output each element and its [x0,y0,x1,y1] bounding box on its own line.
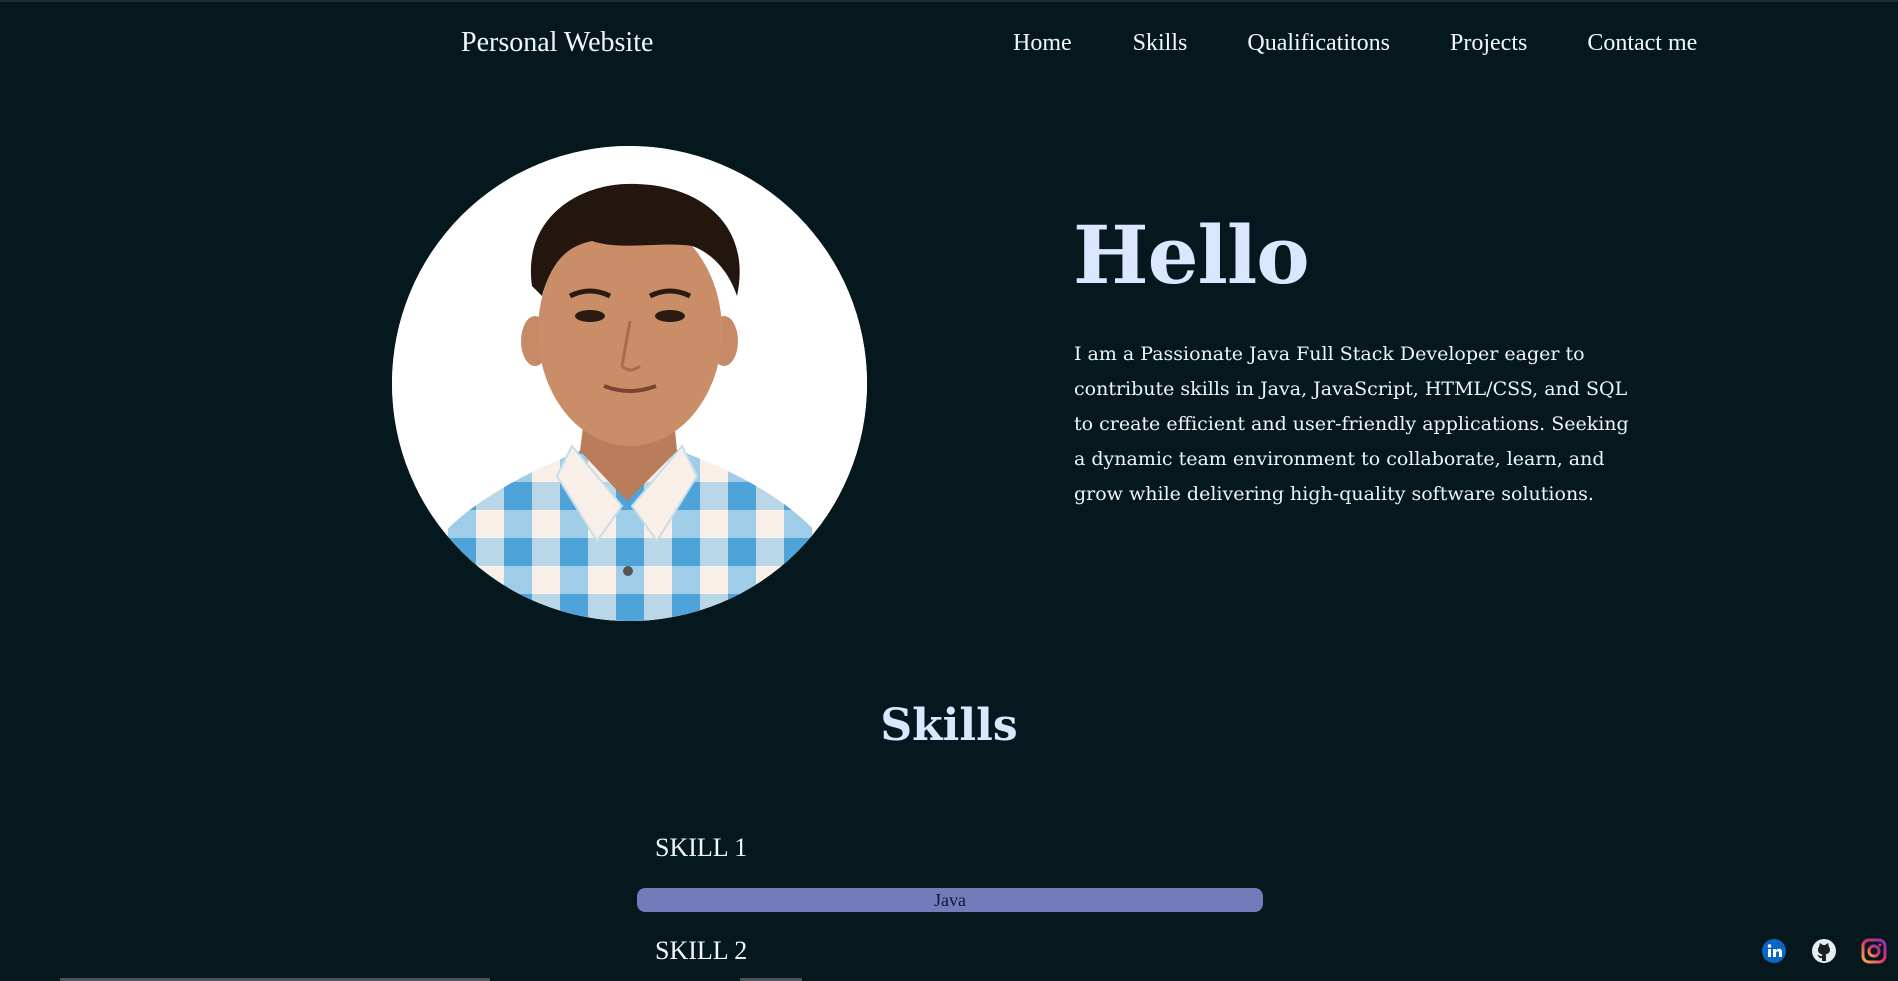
nav-projects[interactable]: Projects [1450,30,1527,57]
hero-title: Hello [1073,208,1310,302]
skill-1-progress-fill: Java [637,888,1263,912]
nav-skills[interactable]: Skills [1133,30,1188,57]
site-brand[interactable]: Personal Website [461,27,653,59]
profile-portrait-illustration [392,146,867,621]
skill-1-progress-bar: Java [637,888,1263,912]
nav-home[interactable]: Home [1013,30,1072,57]
skill-2-label: SKILL 2 [655,936,748,965]
linkedin-icon[interactable] [1761,938,1787,964]
github-icon[interactable] [1811,938,1837,964]
top-border [0,0,1898,2]
nav-qualifications[interactable]: Qualificatitons [1247,30,1390,57]
main-nav: Home Skills Qualificatitons Projects Con… [1013,30,1697,57]
skills-section-title: Skills [880,700,1018,751]
hero-description: I am a Passionate Java Full Stack Develo… [1074,343,1629,505]
skill-1-label: SKILL 1 [655,833,748,862]
profile-photo [392,146,867,621]
instagram-icon[interactable] [1861,938,1887,964]
nav-contact[interactable]: Contact me [1587,30,1697,57]
